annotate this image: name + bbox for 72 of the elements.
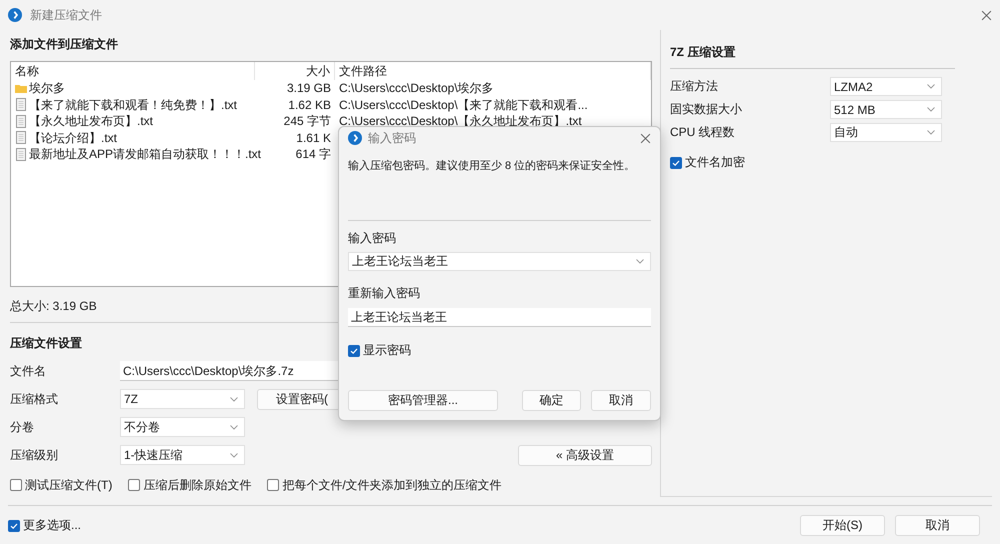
password-manager-button[interactable]: 密码管理器... (348, 390, 498, 411)
advanced-settings-button[interactable]: « 高级设置 (518, 444, 652, 466)
dropdown[interactable]: 7Z (120, 389, 245, 409)
chevron-down-icon (230, 396, 238, 402)
dropdown[interactable]: 不分卷 (120, 417, 245, 437)
checkbox-label: 显示密码 (363, 342, 411, 359)
file-icon (15, 148, 27, 161)
file-size: 614 字 (296, 147, 331, 161)
field-label: 固实数据大小 (670, 102, 742, 116)
file-name[interactable]: 【论坛介绍】.txt (29, 130, 118, 146)
section-heading: 添加文件到压缩文件 (10, 36, 118, 52)
password-field[interactable]: 上老王论坛当老王 (348, 308, 651, 327)
file-name[interactable]: 【来了就能下载和观看！纯免费！】.txt (29, 96, 238, 113)
file-size: 3.19 GB (286, 81, 331, 95)
dialog-message: 输入压缩包密码。建议使用至少 8 位的密码来保证安全性。 (348, 158, 636, 174)
file-icon (15, 131, 27, 144)
file-name[interactable]: 最新地址及APP请发邮箱自动获取！！！.txt (29, 146, 262, 162)
file-size: 1.61 K (296, 130, 331, 144)
dialog-title: 输入密码 (368, 130, 416, 146)
close-icon[interactable] (640, 132, 651, 144)
file-size: 1.62 KB (288, 98, 331, 112)
file-path: C:\Users\ccc\Desktop\埃尔多 (339, 81, 494, 95)
checkbox[interactable] (10, 479, 22, 491)
app-logo-icon (348, 131, 362, 145)
checkbox-label: 测试压缩文件(T) (25, 476, 112, 494)
app-logo-icon (8, 8, 22, 22)
chevron-down-icon (927, 130, 935, 135)
chevron-down-icon (927, 107, 935, 112)
column-header[interactable]: 大小 (255, 62, 335, 80)
window-title: 新建压缩文件 (30, 6, 102, 24)
file-path: C:\Users\ccc\Desktop\【来了就能下载和观看... (339, 98, 588, 112)
file-icon (15, 98, 27, 112)
field-label: 压缩格式 (10, 392, 58, 406)
checkbox-label: 更多选项... (23, 517, 82, 534)
field-label: 文件名 (10, 364, 46, 378)
field-label: 输入密码 (348, 231, 396, 245)
dropdown[interactable]: 1-快速压缩 (120, 445, 245, 465)
dropdown[interactable]: 上老王论坛当老王 (348, 252, 651, 271)
checkbox[interactable] (670, 156, 682, 168)
chevron-down-icon (927, 84, 935, 89)
checkbox[interactable] (267, 479, 280, 491)
close-icon[interactable] (981, 10, 992, 20)
file-name[interactable]: 埃尔多 (29, 80, 65, 96)
field-label: CPU 线程数 (670, 125, 735, 139)
cancel-button[interactable]: 取消 (591, 390, 651, 411)
column-header[interactable]: 名称 (11, 62, 255, 80)
field-label: 压缩级别 (10, 448, 58, 462)
checkbox[interactable] (348, 344, 360, 356)
cancel-button[interactable]: 取消 (895, 515, 980, 536)
total-size: 总大小: 3.19 GB (10, 299, 97, 313)
field-label: 压缩方法 (670, 79, 718, 93)
checkbox[interactable] (128, 479, 140, 491)
file-name[interactable]: 【永久地址发布页】.txt (29, 113, 154, 130)
chevron-down-icon (636, 259, 644, 264)
chevron-down-icon (230, 452, 238, 458)
dropdown[interactable]: 512 MB (830, 100, 942, 119)
file-icon (15, 114, 27, 128)
checkbox-label: 文件名加密 (685, 154, 745, 171)
field-label: 分卷 (10, 420, 34, 434)
start-button[interactable]: 开始(S) (800, 515, 885, 536)
file-size: 245 字节 (284, 114, 331, 128)
chevron-down-icon (230, 424, 238, 430)
section-heading: 7Z 压缩设置 (670, 44, 736, 60)
checkbox[interactable] (8, 520, 20, 532)
dropdown[interactable]: LZMA2 (830, 77, 942, 96)
section-heading: 压缩文件设置 (10, 335, 82, 351)
field-label: 重新输入密码 (348, 286, 420, 300)
dropdown[interactable]: 自动 (830, 123, 942, 142)
ok-button[interactable]: 确定 (522, 390, 581, 411)
checkbox-label: 压缩后删除原始文件 (143, 476, 252, 494)
column-header[interactable]: 文件路径 (335, 62, 651, 80)
checkbox-label: 把每个文件/文件夹添加到独立的压缩文件 (282, 476, 502, 494)
